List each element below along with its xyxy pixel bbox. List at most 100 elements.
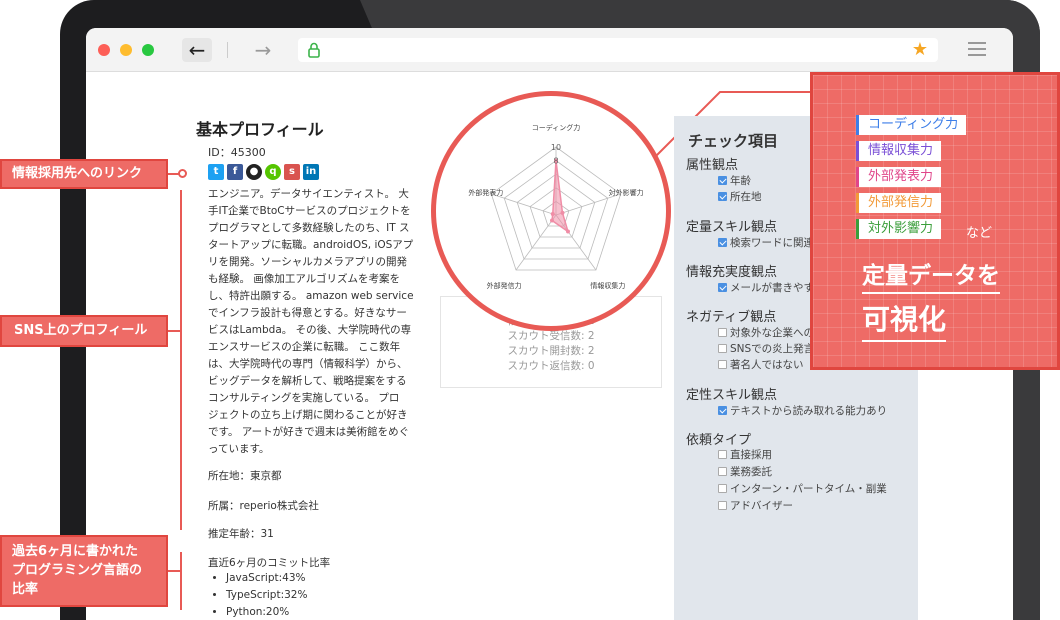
option-direct-hire[interactable]: 直接採用: [718, 447, 772, 462]
tag-presentation: 外部発表力: [856, 167, 942, 187]
option-mail-ease[interactable]: メールが書きやすい: [718, 280, 825, 295]
option-label: SNSでの炎上発言: [730, 343, 815, 355]
bio-line: エンスサービスの企業に転職。 ここ数年: [208, 341, 401, 353]
label-sns-profile: SNS上のプロフィール: [0, 315, 168, 347]
radar-point: [560, 210, 565, 215]
option-label: 対象外な企業への: [730, 327, 814, 339]
label-line: プログラミング言語の: [12, 563, 143, 578]
label-line: 過去6ヶ月に書かれた: [12, 544, 139, 559]
label-line: 比率: [12, 582, 39, 597]
label-connector-dot: [178, 169, 187, 178]
bio-line: プログラマとして多数経験したのち、IT ス: [208, 222, 410, 234]
address-bar[interactable]: ★: [298, 38, 938, 62]
checkbox[interactable]: [718, 406, 727, 415]
facebook-icon[interactable]: f: [227, 164, 243, 180]
list-item: Python:20%: [226, 604, 307, 620]
back-arrow-icon[interactable]: ←: [182, 38, 212, 62]
bio-line: です。 アートが好きで週末は美術館をめぐ: [208, 426, 410, 438]
checkbox[interactable]: [718, 450, 727, 459]
checkbox[interactable]: [718, 238, 727, 247]
option-text-ability[interactable]: テキストから読み取れる能力あり: [718, 403, 887, 418]
callout-subheadline: 可視化: [862, 298, 947, 342]
label-connector: [168, 330, 180, 332]
callout-headline: 定量データを: [862, 256, 1000, 294]
list-item: JavaScript:43%: [226, 570, 307, 587]
checkbox[interactable]: [718, 344, 727, 353]
radar-data-shape: [551, 160, 570, 234]
browser-toolbar: ← → ★: [86, 28, 1013, 72]
option-label: 著名人ではない: [730, 359, 804, 371]
list-item: TypeScript:32%: [226, 587, 307, 604]
profile-title: 基本プロフィール: [196, 120, 324, 139]
bio-line: ジェクトの立ち上げ期に関わることが好き: [208, 409, 408, 421]
option-label: 直接採用: [730, 449, 772, 461]
lang-bracket-line: [180, 552, 182, 610]
bio-line: ビスはLambda。 その後、大学院時代の専: [208, 324, 412, 336]
bookmark-star-icon[interactable]: ★: [912, 39, 928, 60]
stat-line: スカウト開封数: 2: [507, 345, 595, 357]
radar-axis-label: 外部発表力: [468, 188, 503, 197]
radar-axis-line: [555, 193, 621, 216]
label-recruit-link: 情報採用先へのリンク: [0, 159, 168, 189]
option-age[interactable]: 年齢: [718, 173, 751, 188]
checkbox[interactable]: [718, 283, 727, 292]
tag-outreach: 外部発信力: [856, 193, 942, 213]
checkbox[interactable]: [718, 467, 727, 476]
group-info-richness: 情報充実度観点: [686, 265, 778, 280]
profile-age: 推定年齢：31: [208, 528, 274, 540]
option-outsourcing[interactable]: 業務委託: [718, 464, 772, 479]
language-list: JavaScript:43% TypeScript:32% Python:20%: [226, 570, 307, 620]
checkbox[interactable]: [718, 501, 727, 510]
option-excluded-company[interactable]: 対象外な企業への: [718, 325, 814, 340]
bio-line: ビッグデータを解析して、戦略提案をする: [208, 375, 407, 387]
twitter-icon[interactable]: t: [208, 164, 224, 180]
option-sns-flame[interactable]: SNSでの炎上発言: [718, 341, 814, 356]
forward-arrow-icon[interactable]: →: [248, 38, 278, 62]
maximize-window-button[interactable]: [142, 44, 154, 56]
lock-icon: [308, 42, 320, 58]
checkbox[interactable]: [718, 192, 727, 201]
radar-axis-label: コーディング力: [532, 123, 581, 132]
checkbox[interactable]: [718, 484, 727, 493]
hamburger-menu-icon[interactable]: [968, 42, 986, 56]
speakerdeck-icon[interactable]: s: [284, 164, 300, 180]
bio-line: コンサルティングを実施している。 プロ: [208, 392, 400, 404]
github-icon[interactable]: ●: [246, 164, 262, 180]
profile-affiliation: 所属：reperio株式会社: [208, 500, 319, 512]
stat-line: スカウト返信数: 0: [507, 360, 595, 372]
option-label: 所在地: [730, 191, 762, 203]
radar-axis-line: [515, 214, 557, 271]
close-window-button[interactable]: [98, 44, 110, 56]
option-not-celebrity[interactable]: 著名人ではない: [718, 357, 804, 372]
option-label: アドバイザー: [730, 500, 793, 512]
radar-tick-label: 10: [551, 143, 561, 152]
bio-line: リを開発。ソーシャルカメラアプリの開発: [208, 256, 407, 268]
tag-influence: 対外影響力: [856, 219, 942, 239]
bio-line: 手IT企業でBtoCサービスのプロジェクトを: [208, 205, 411, 217]
radar-chart: 10 8 コーディング力 対外影響力 情報収集力 外部発信力 外部発表力: [468, 123, 644, 290]
group-qual-skill: 定性スキル観点: [686, 388, 778, 403]
radar-point: [565, 229, 570, 234]
bio-line: タートアップに転職。androidOS, iOSアプ: [208, 239, 414, 251]
checkbox[interactable]: [718, 328, 727, 337]
radar-axis-label: 情報収集力: [590, 281, 625, 290]
label-past-languages: 過去6ヶ月に書かれた プログラミング言語の 比率: [0, 535, 168, 607]
option-location[interactable]: 所在地: [718, 189, 762, 204]
checkbox[interactable]: [718, 360, 727, 369]
checkbox[interactable]: [718, 176, 727, 185]
option-advisor[interactable]: アドバイザー: [718, 498, 793, 513]
radar-point: [550, 211, 555, 216]
radar-axis-label: 対外影響力: [609, 188, 644, 197]
bio-line: エンジニア。データサイエンティスト。 大: [208, 188, 409, 200]
radar-axis-line: [491, 193, 557, 216]
profile-bio: エンジニア。データサイエンティスト。 大 手IT企業でBtoCサービスのプロジェ…: [208, 186, 422, 458]
option-label: 年齢: [730, 175, 751, 187]
option-search-word[interactable]: 検索ワードに関連: [718, 235, 814, 250]
radar-tick-label: 8: [553, 157, 558, 166]
radar-axis-label: 外部発信力: [487, 281, 522, 290]
minimize-window-button[interactable]: [120, 44, 132, 56]
linkedin-icon[interactable]: in: [303, 164, 319, 180]
option-intern-parttime[interactable]: インターン・パートタイム・副業: [718, 481, 887, 496]
qiita-icon[interactable]: q: [265, 164, 281, 180]
bio-line: は、大学院時代の専門（情報科学）から、: [208, 358, 408, 370]
